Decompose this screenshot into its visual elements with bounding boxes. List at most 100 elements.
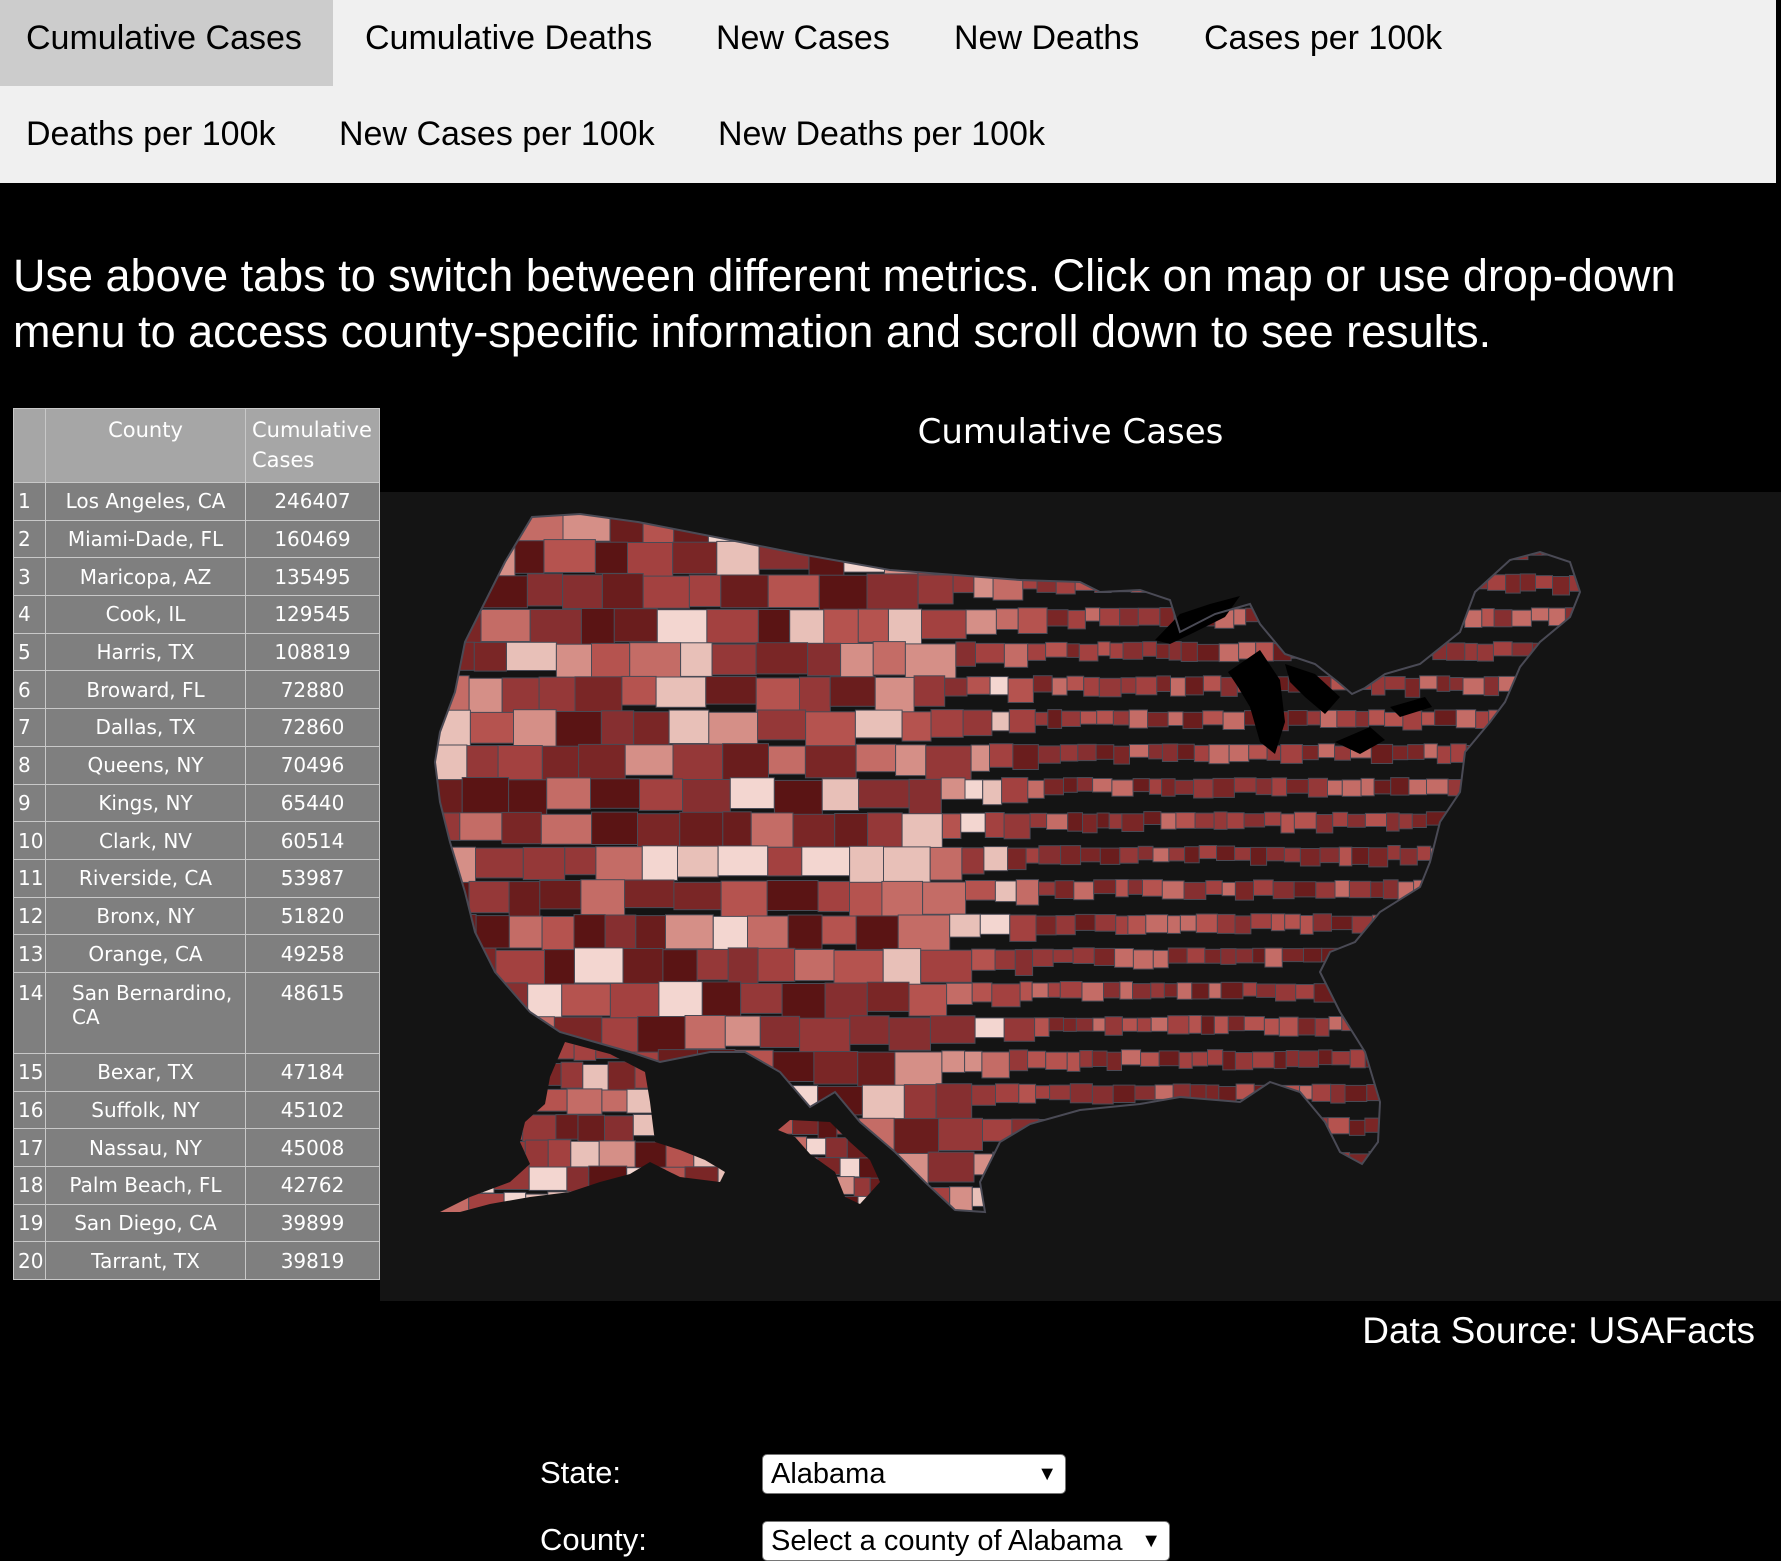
- table-row: 1 Los Angeles, CA 246407: [13, 482, 380, 521]
- row-value: 108819: [245, 632, 380, 672]
- row-rank: 14: [13, 971, 46, 1054]
- rank-header: [13, 408, 46, 483]
- table-row: 2 Miami-Dade, FL 160469: [13, 519, 380, 559]
- us-county-choropleth-map[interactable]: [380, 492, 1781, 1301]
- row-value: 45102: [245, 1090, 380, 1130]
- chevron-down-icon: ▼: [1037, 1463, 1057, 1485]
- row-rank: 1: [13, 482, 46, 521]
- table-row: 7 Dallas, TX 72860: [13, 708, 380, 747]
- row-value: 39819: [245, 1241, 380, 1281]
- state-select-value: Alabama: [771, 1458, 886, 1490]
- map-title: Cumulative Cases: [917, 412, 1224, 452]
- row-county: Kings, NY: [45, 783, 246, 823]
- row-rank: 4: [13, 595, 46, 634]
- tab-cumulative-cases[interactable]: Cumulative Cases: [0, 0, 333, 86]
- row-value: 135495: [245, 557, 380, 597]
- table-row: 14 San Bernardino, CA 48615: [13, 971, 380, 1054]
- row-value: 51820: [245, 896, 380, 936]
- row-value: 49258: [245, 934, 380, 973]
- row-value: 65440: [245, 783, 380, 823]
- table-row: 8 Queens, NY 70496: [13, 745, 380, 785]
- tab-new-deaths-per-100k[interactable]: New Deaths per 100k: [692, 96, 1071, 182]
- row-value: 39899: [245, 1203, 380, 1243]
- table-row: 20 Tarrant, TX 39819: [13, 1241, 380, 1281]
- row-county: Riverside, CA: [45, 858, 246, 898]
- tab-cases-per-100k[interactable]: Cases per 100k: [1178, 0, 1468, 86]
- row-county: Clark, NV: [45, 821, 246, 860]
- county-label: County:: [540, 1522, 647, 1557]
- row-value: 129545: [245, 595, 380, 634]
- county-select[interactable]: Select a county of Alabama ▼: [762, 1521, 1170, 1561]
- table-header-row: County Cumulative Cases: [13, 408, 380, 483]
- table-row: 11 Riverside, CA 53987: [13, 858, 380, 898]
- lake-shape: [1228, 650, 1285, 754]
- state-label: State:: [540, 1455, 621, 1490]
- row-county: Bronx, NY: [45, 896, 246, 936]
- metric-tab-bar: Cumulative Cases Cumulative Deaths New C…: [0, 0, 1776, 183]
- tab-deaths-per-100k[interactable]: Deaths per 100k: [0, 96, 302, 182]
- row-value: 45008: [245, 1128, 380, 1167]
- row-county: Maricopa, AZ: [45, 557, 246, 597]
- table-row: 19 San Diego, CA 39899: [13, 1203, 380, 1243]
- table-row: 12 Bronx, NY 51820: [13, 896, 380, 936]
- row-rank: 13: [13, 934, 46, 973]
- row-value: 48615: [245, 971, 380, 1054]
- row-county: San Bernardino, CA: [45, 971, 246, 1054]
- row-rank: 11: [13, 858, 46, 898]
- table-row: 18 Palm Beach, FL 42762: [13, 1166, 380, 1205]
- row-value: 60514: [245, 821, 380, 860]
- row-county: Miami-Dade, FL: [45, 519, 246, 559]
- table-row: 16 Suffolk, NY 45102: [13, 1090, 380, 1130]
- row-rank: 5: [13, 632, 46, 672]
- tab-cumulative-deaths[interactable]: Cumulative Deaths: [339, 0, 678, 86]
- row-county: Broward, FL: [45, 670, 246, 710]
- table-row: 4 Cook, IL 129545: [13, 595, 380, 634]
- row-rank: 16: [13, 1090, 46, 1130]
- instructions-text: Use above tabs to switch between differe…: [13, 250, 1676, 357]
- tab-new-cases[interactable]: New Cases: [690, 0, 916, 86]
- row-county: Queens, NY: [45, 745, 246, 785]
- row-rank: 8: [13, 745, 46, 785]
- table-row: 3 Maricopa, AZ 135495: [13, 557, 380, 597]
- row-value: 72860: [245, 708, 380, 747]
- county-shapes: [440, 1042, 725, 1212]
- row-value: 42762: [245, 1166, 380, 1205]
- tab-new-cases-per-100k[interactable]: New Cases per 100k: [313, 96, 681, 182]
- row-rank: 17: [13, 1128, 46, 1167]
- row-value: 70496: [245, 745, 380, 785]
- row-county: Dallas, TX: [45, 708, 246, 747]
- county-header: County: [45, 408, 246, 483]
- row-rank: 18: [13, 1166, 46, 1205]
- table-row: 17 Nassau, NY 45008: [13, 1128, 380, 1167]
- row-rank: 20: [13, 1241, 46, 1281]
- state-select[interactable]: Alabama ▼: [762, 1454, 1066, 1494]
- row-value: 53987: [245, 858, 380, 898]
- row-rank: 9: [13, 783, 46, 823]
- chevron-down-icon: ▼: [1141, 1530, 1161, 1552]
- table-row: 15 Bexar, TX 47184: [13, 1052, 380, 1092]
- map-svg[interactable]: [380, 492, 1781, 1301]
- row-county: Nassau, NY: [45, 1128, 246, 1167]
- row-county: Bexar, TX: [45, 1052, 246, 1092]
- cumulative-cases-header: Cumulative Cases: [245, 408, 380, 483]
- row-rank: 3: [13, 557, 46, 597]
- row-county: Tarrant, TX: [45, 1241, 246, 1281]
- table-row: 9 Kings, NY 65440: [13, 783, 380, 823]
- row-rank: 19: [13, 1203, 46, 1243]
- row-value: 47184: [245, 1052, 380, 1092]
- row-county: Harris, TX: [45, 632, 246, 672]
- row-value: 160469: [245, 519, 380, 559]
- data-source-label: Data Source: USAFacts: [1362, 1310, 1755, 1351]
- table-row: 5 Harris, TX 108819: [13, 632, 380, 672]
- row-county: Orange, CA: [45, 934, 246, 973]
- top-counties-table: County Cumulative Cases 1 Los Angeles, CA…: [13, 408, 380, 1281]
- row-rank: 7: [13, 708, 46, 747]
- table-row: 13 Orange, CA 49258: [13, 934, 380, 973]
- row-value: 246407: [245, 482, 380, 521]
- row-county: San Diego, CA: [45, 1203, 246, 1243]
- row-county: Los Angeles, CA: [45, 482, 246, 521]
- tab-new-deaths[interactable]: New Deaths: [928, 0, 1165, 86]
- row-rank: 15: [13, 1052, 46, 1092]
- row-rank: 12: [13, 896, 46, 936]
- row-value: 72880: [245, 670, 380, 710]
